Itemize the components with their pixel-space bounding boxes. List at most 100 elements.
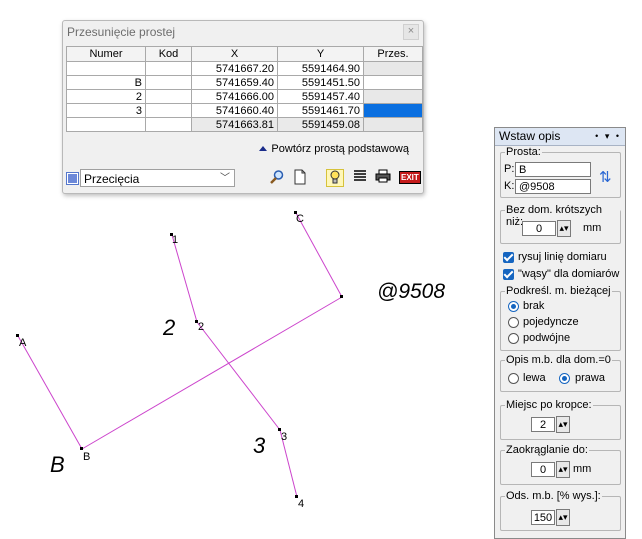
lightbulb-icon[interactable]: [326, 169, 344, 187]
cell-y: 5591459.08: [277, 117, 364, 132]
repeat-base-line-link[interactable]: Powtórz prostą podstawową: [259, 143, 409, 155]
table-row[interactable]: 5741663.81 5591459.08: [66, 117, 423, 132]
rysuj-label: rysuj linię domiaru: [518, 251, 607, 263]
coordinates-table: Numer Kod X Y Przes. 5741667.20 5591464.…: [66, 46, 423, 132]
group-ods: Ods. m.b. [% wys.]: 150 ▴▾: [500, 490, 621, 531]
group-bez-dom: Bez dom. krótszych niż: 0 ▴▾ mm: [500, 204, 621, 244]
cell-x: 5741663.81: [191, 117, 278, 132]
zaokr-spinner[interactable]: ▴▾: [556, 461, 570, 478]
cell-kod[interactable]: [145, 103, 192, 118]
table-row[interactable]: 2 5741666.00 5591457.40: [66, 89, 423, 104]
cell-numer[interactable]: 3: [66, 103, 146, 118]
bez-dom-field[interactable]: 0: [522, 221, 556, 236]
group-miejsc: Miejsc po kropce: 2 ▴▾: [500, 399, 621, 440]
cell-x[interactable]: 5741660.40: [191, 103, 278, 118]
radio-podwojne[interactable]: [508, 333, 519, 344]
ods-label: Ods. m.b. [% wys.]:: [505, 490, 602, 502]
bez-dom-unit: mm: [583, 222, 602, 234]
new-page-icon[interactable]: [291, 169, 309, 187]
point-label-A: A: [19, 337, 27, 349]
cell-numer[interactable]: [66, 117, 146, 132]
point-label-1: 1: [172, 234, 179, 246]
cell-przes[interactable]: [363, 75, 423, 90]
table-row[interactable]: B 5741659.40 5591451.50: [66, 75, 423, 90]
line-A-B: [17, 335, 83, 450]
point-label-2: 2: [198, 321, 205, 333]
col-y[interactable]: Y: [277, 46, 364, 62]
radio-prawa-label: prawa: [575, 372, 605, 384]
radio-pojedyncze-label: pojedyncze: [523, 316, 579, 328]
prosta-label: Prosta:: [505, 146, 542, 158]
cell-kod[interactable]: [145, 75, 192, 90]
cell-y[interactable]: 5591461.70: [277, 103, 364, 118]
line-1-2: [171, 234, 198, 323]
zaokr-field[interactable]: 0: [531, 462, 555, 477]
k-field[interactable]: @9508: [515, 179, 591, 194]
annotation-label: @9508: [377, 280, 446, 303]
p-field[interactable]: B: [515, 162, 591, 177]
wstaw-opis-panel: Wstaw opis • ▾ • Prosta: P: B K: @9508 ⇅…: [494, 127, 626, 539]
cell-x[interactable]: 5741659.40: [191, 75, 278, 90]
dialog-toolbar: Przecięcia ﹀ EXIT: [63, 169, 423, 191]
mode-combo[interactable]: Przecięcia ﹀: [80, 169, 235, 187]
cell-x[interactable]: 5741667.20: [191, 61, 278, 76]
line-B-C: [81, 296, 343, 450]
radio-prawa[interactable]: [559, 373, 570, 384]
group-prosta: Prosta: P: B K: @9508 ⇅: [500, 146, 621, 198]
cell-numer[interactable]: 2: [66, 89, 146, 104]
cell-numer[interactable]: B: [66, 75, 146, 90]
cell-x[interactable]: 5741666.00: [191, 89, 278, 104]
panel-header[interactable]: Wstaw opis • ▾ •: [495, 128, 625, 146]
group-opis: Opis m.b. dla dom.=0 lewa prawa: [500, 354, 621, 392]
zoom-icon[interactable]: [268, 169, 286, 187]
group-podkresl: Podkreśl. m. bieżącej brak pojedyncze po…: [500, 285, 621, 351]
radio-lewa-label: lewa: [523, 372, 546, 384]
radio-brak[interactable]: [508, 301, 519, 312]
close-button[interactable]: ×: [403, 24, 419, 40]
list-icon[interactable]: [351, 169, 369, 187]
dialog-titlebar[interactable]: Przesunięcie prostej ×: [63, 21, 423, 43]
cell-przes[interactable]: [363, 61, 423, 76]
col-kod[interactable]: Kod: [145, 46, 192, 62]
table-row[interactable]: 5741667.20 5591464.90: [66, 61, 423, 76]
k-label: K:: [504, 180, 515, 192]
col-numer[interactable]: Numer: [66, 46, 146, 62]
exit-icon[interactable]: EXIT: [399, 169, 421, 187]
cell-y[interactable]: 5591464.90: [277, 61, 364, 76]
radio-lewa[interactable]: [508, 373, 519, 384]
zaokr-unit: mm: [573, 463, 592, 475]
miejsc-spinner[interactable]: ▴▾: [556, 416, 570, 433]
col-x[interactable]: X: [191, 46, 278, 62]
combo-value: Przecięcia: [84, 172, 140, 186]
podkresl-label: Podkreśl. m. bieżącej: [505, 285, 612, 297]
big-label-3: 3: [253, 433, 266, 458]
table-row[interactable]: 3 5741660.40 5591461.70: [66, 103, 423, 118]
panel-controls-icon[interactable]: • ▾ •: [595, 128, 621, 145]
cell-numer[interactable]: [66, 61, 146, 76]
ods-field[interactable]: 150: [531, 510, 555, 525]
miejsc-field[interactable]: 2: [531, 417, 555, 432]
mode-checkbox[interactable]: [66, 172, 79, 185]
cell-kod[interactable]: [145, 117, 192, 132]
cell-przes[interactable]: [363, 89, 423, 104]
cell-przes-selected[interactable]: [363, 103, 423, 118]
rysuj-checkbox[interactable]: [503, 252, 514, 263]
opis-label: Opis m.b. dla dom.=0: [505, 354, 612, 366]
swap-arrows-icon[interactable]: ⇅: [599, 168, 612, 186]
line-C-top: [295, 212, 343, 298]
col-przes[interactable]: Przes.: [363, 46, 423, 62]
radio-brak-label: brak: [523, 300, 545, 312]
cell-y[interactable]: 5591457.40: [277, 89, 364, 104]
printer-icon[interactable]: [374, 169, 392, 187]
line-2-3: [196, 321, 281, 431]
cell-kod[interactable]: [145, 61, 192, 76]
cell-przes: [363, 117, 423, 132]
bez-dom-spinner[interactable]: ▴▾: [557, 220, 571, 237]
cell-y[interactable]: 5591451.50: [277, 75, 364, 90]
radio-pojedyncze[interactable]: [508, 317, 519, 328]
ods-spinner[interactable]: ▴▾: [556, 509, 570, 526]
triangle-up-icon: [259, 146, 268, 151]
cell-kod[interactable]: [145, 89, 192, 104]
wasy-checkbox[interactable]: [503, 269, 514, 280]
big-label-2: 2: [163, 315, 176, 340]
